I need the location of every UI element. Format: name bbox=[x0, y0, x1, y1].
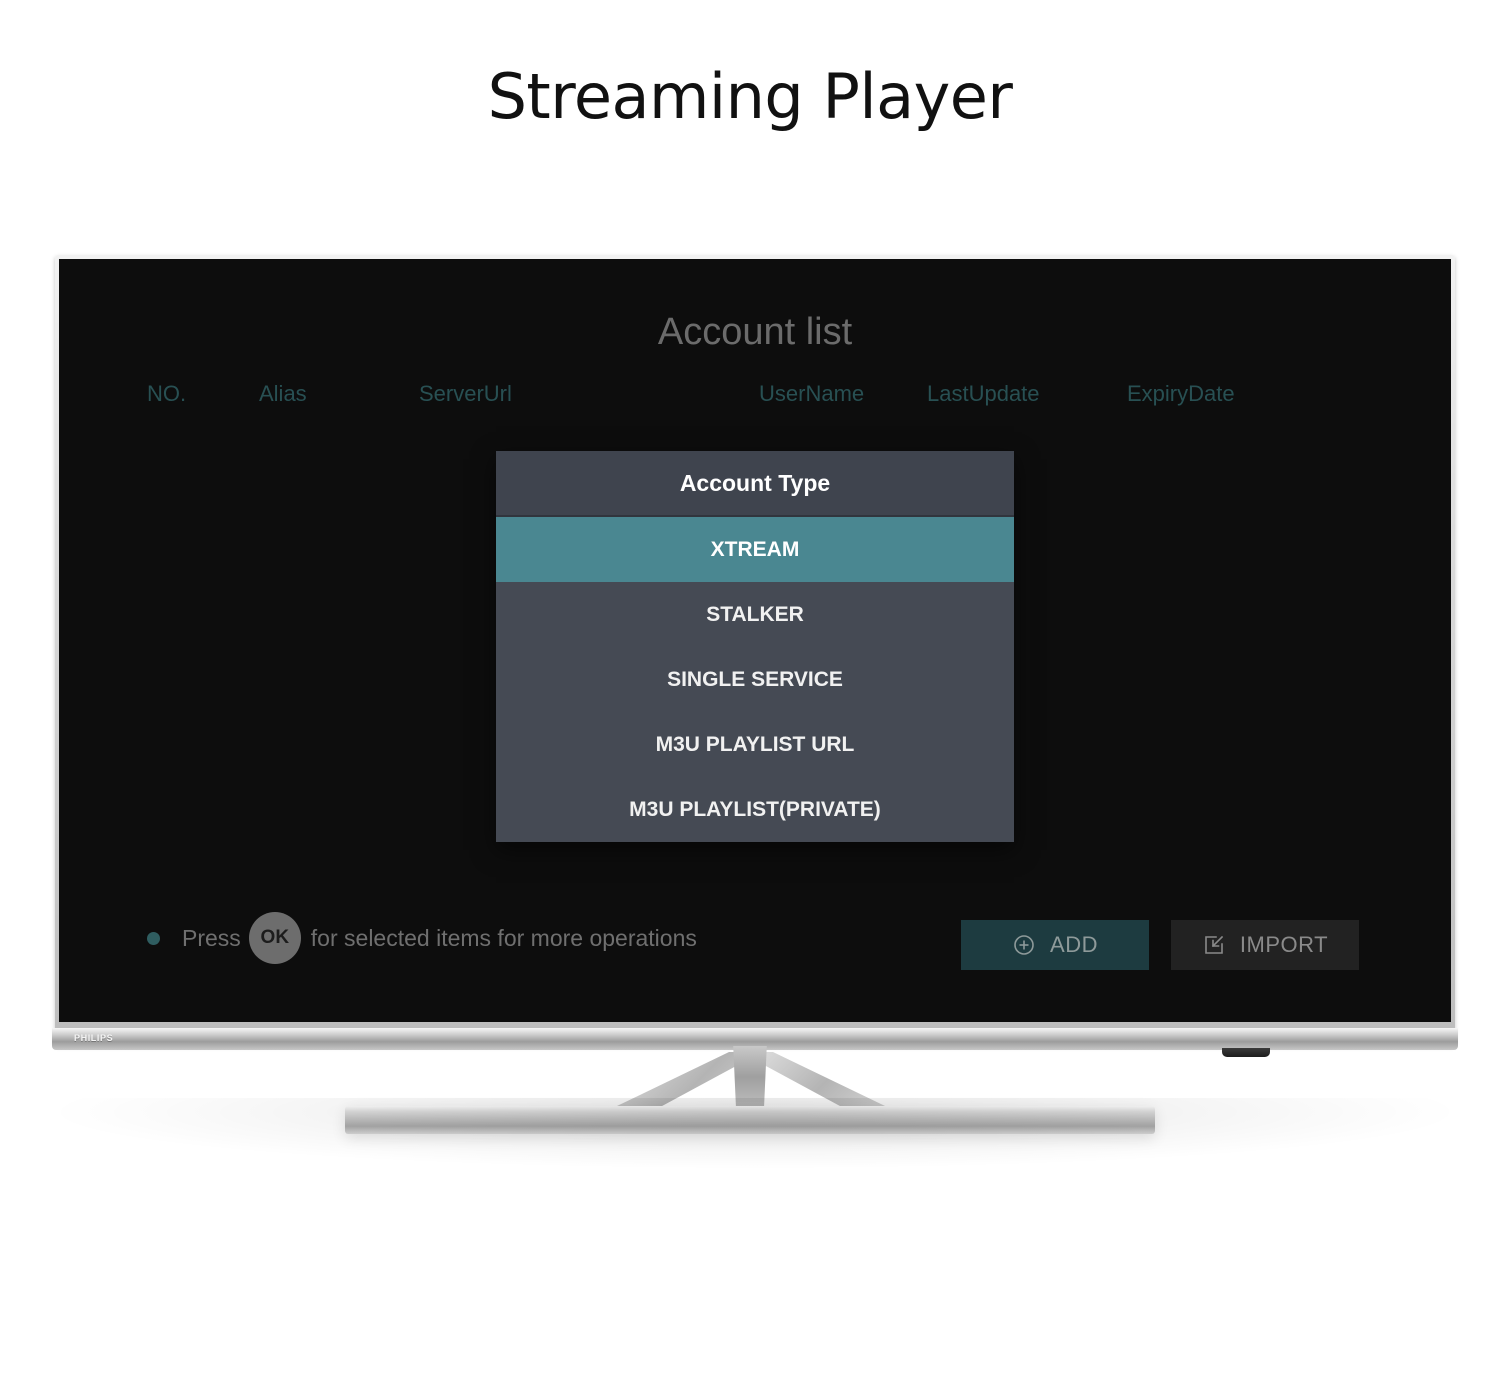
bullet-dot-icon bbox=[147, 931, 160, 945]
tv-stand-base bbox=[345, 1106, 1155, 1134]
tv-ir-sensor-icon bbox=[1222, 1048, 1270, 1057]
circle-plus-icon bbox=[1012, 933, 1036, 957]
column-header-user-name: UserName bbox=[759, 381, 865, 406]
tv-brand-logo: PHILIPS bbox=[74, 1033, 114, 1043]
column-header-alias: Alias bbox=[259, 381, 307, 406]
tv-frame: Account list NO. Alias ServerUrl UserNam… bbox=[55, 255, 1455, 1045]
tv-screen: Account list NO. Alias ServerUrl UserNam… bbox=[59, 259, 1451, 1022]
footer-actions: ADD IMPORT bbox=[961, 920, 1359, 970]
ok-key-badge: OK bbox=[248, 912, 301, 964]
column-header-last-update: LastUpdate bbox=[927, 381, 1040, 406]
account-table-header: NO. Alias ServerUrl UserName LastUpdate … bbox=[59, 381, 1451, 409]
column-header-expiry-date: ExpiryDate bbox=[1127, 381, 1235, 406]
column-header-no: NO. bbox=[147, 381, 187, 406]
add-button[interactable]: ADD bbox=[961, 920, 1149, 970]
import-button[interactable]: IMPORT bbox=[1171, 920, 1359, 970]
add-button-label: ADD bbox=[1050, 932, 1098, 957]
import-icon bbox=[1202, 933, 1226, 957]
tv-device: Account list NO. Alias ServerUrl UserNam… bbox=[0, 240, 1500, 1180]
hint-prefix-label: Press bbox=[182, 924, 241, 951]
dialog-option-xtream[interactable]: XTREAM bbox=[496, 517, 1014, 582]
page-title: Streaming Player bbox=[487, 60, 1013, 133]
column-header-server-url: ServerUrl bbox=[419, 381, 512, 406]
account-type-dialog: Account Type XTREAM STALKER SINGLE SERVI… bbox=[496, 451, 1014, 842]
footer-hint: Press OK for selected items for more ope… bbox=[147, 912, 697, 964]
import-button-label: IMPORT bbox=[1239, 932, 1329, 957]
dialog-option-m3u-playlist-url[interactable]: M3U PLAYLIST URL bbox=[496, 712, 1014, 777]
dialog-option-single-service[interactable]: SINGLE SERVICE bbox=[496, 647, 1014, 712]
screen-title: Account list bbox=[657, 311, 853, 353]
page-root: Streaming Player Account list NO. Alias … bbox=[0, 0, 1500, 1396]
dialog-option-m3u-playlist-private[interactable]: M3U PLAYLIST(PRIVATE) bbox=[496, 777, 1014, 842]
hint-suffix-label: for selected items for more operations bbox=[310, 924, 697, 951]
dialog-title: Account Type bbox=[496, 451, 1014, 517]
dialog-option-stalker[interactable]: STALKER bbox=[496, 582, 1014, 647]
